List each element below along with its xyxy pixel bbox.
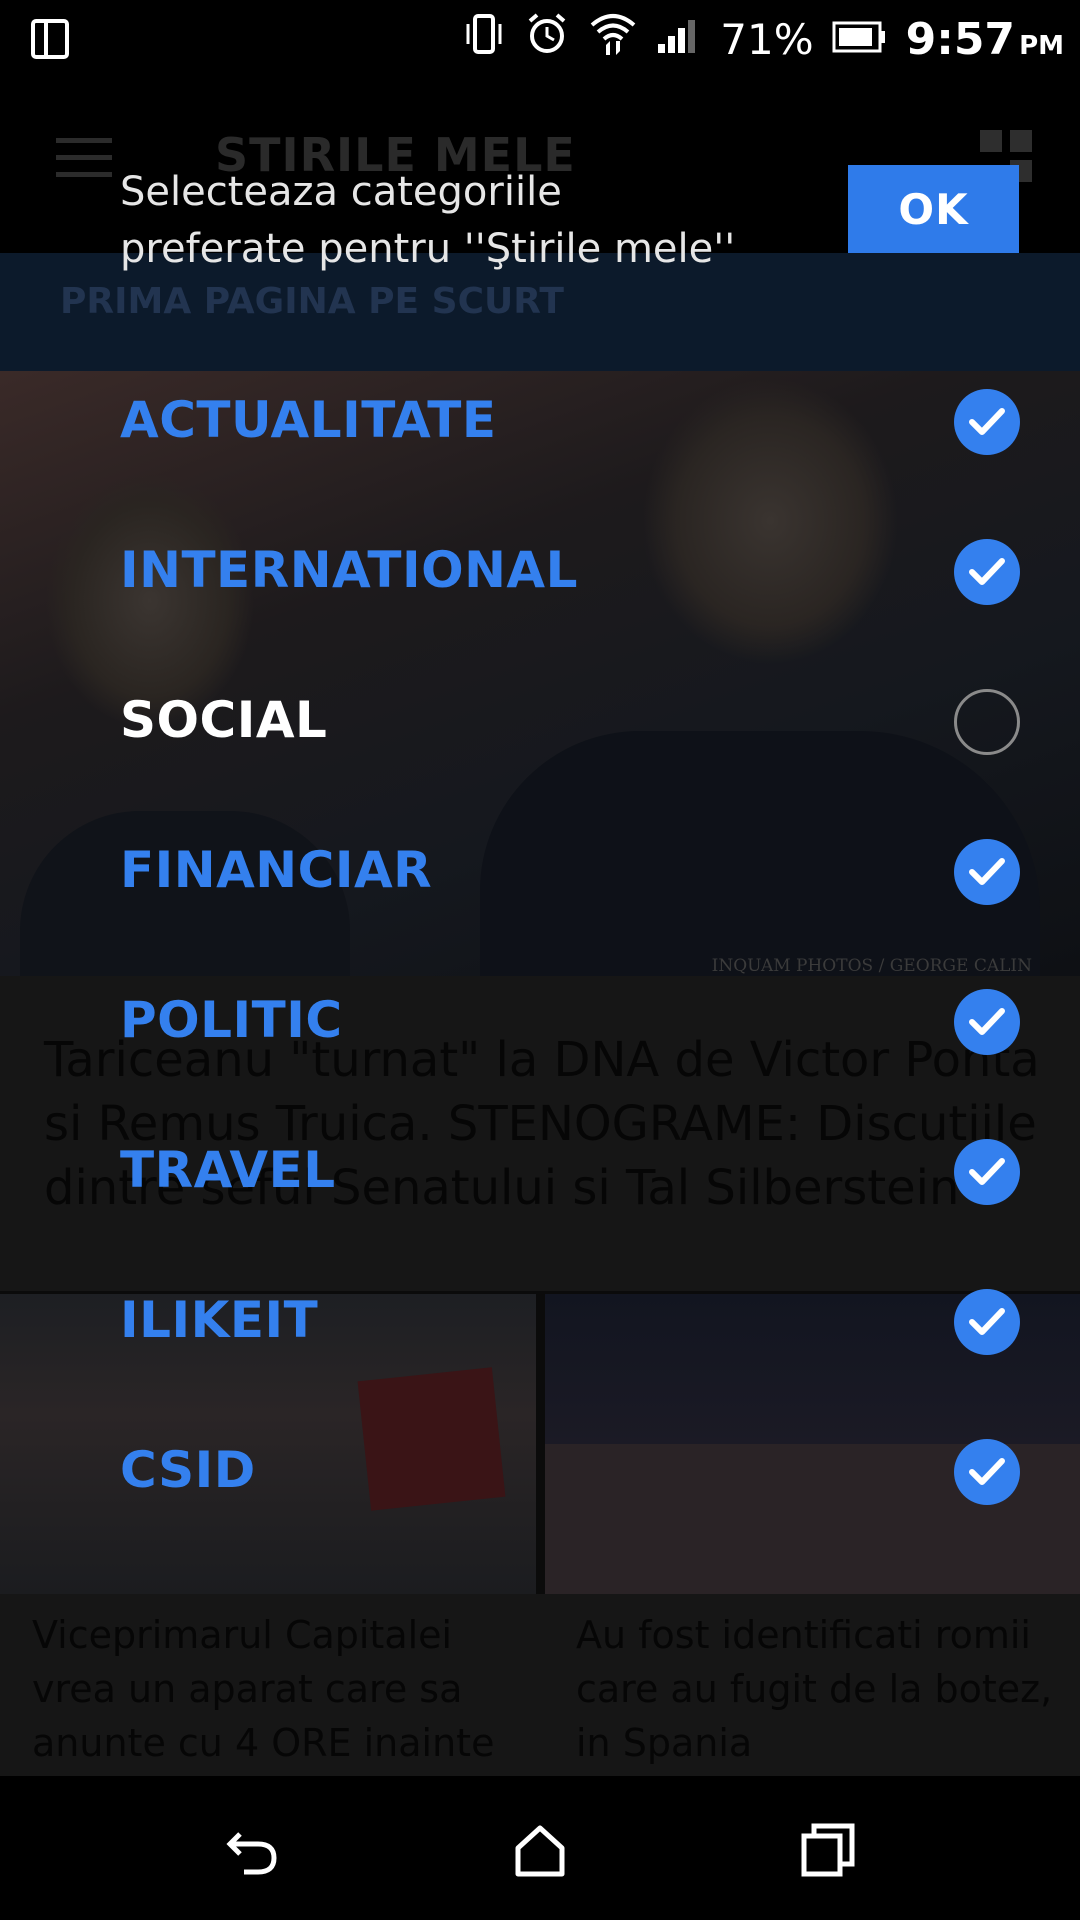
category-row-travel[interactable]: TRAVEL — [0, 1115, 1080, 1225]
back-icon[interactable] — [222, 1820, 282, 1880]
checked-circle-icon[interactable] — [954, 539, 1020, 605]
clock-time: 9:57 — [905, 13, 1016, 65]
category-label: SOCIAL — [120, 691, 328, 749]
signal-icon — [656, 14, 702, 64]
category-row-csid[interactable]: CSID — [0, 1415, 1080, 1525]
checked-circle-icon[interactable] — [954, 989, 1020, 1055]
alarm-icon — [524, 11, 570, 67]
checked-circle-icon[interactable] — [954, 1439, 1020, 1505]
category-label: POLITIC — [120, 991, 343, 1049]
checked-circle-icon[interactable] — [954, 389, 1020, 455]
category-label: INTERNATIONAL — [120, 541, 578, 599]
tablet-mode-icon — [30, 18, 72, 64]
category-label: FINANCIAR — [120, 841, 433, 899]
category-label: TRAVEL — [120, 1141, 336, 1199]
category-row-politic[interactable]: POLITIC — [0, 965, 1080, 1075]
category-row-international[interactable]: INTERNATIONAL — [0, 515, 1080, 625]
checked-circle-icon[interactable] — [954, 1289, 1020, 1355]
screen: 71% 9:57 PM STIRILE MELE PRIMA PAGINA PE … — [0, 0, 1080, 1920]
battery-percent: 71% — [720, 14, 814, 64]
category-dialog: Selecteaza categoriile preferate pentru … — [0, 78, 1080, 1776]
vibrate-icon — [462, 12, 506, 66]
clock-ampm: PM — [1019, 30, 1064, 61]
battery-icon — [832, 15, 888, 64]
category-row-financiar[interactable]: FINANCIAR — [0, 815, 1080, 925]
category-label: ACTUALITATE — [120, 391, 497, 449]
category-row-ilikeit[interactable]: ILIKEIT — [0, 1265, 1080, 1375]
ok-button[interactable]: OK — [848, 165, 1019, 253]
category-row-actualitate[interactable]: ACTUALITATE — [0, 365, 1080, 475]
category-label: ILIKEIT — [120, 1291, 319, 1349]
status-bar: 71% 9:57 PM — [0, 0, 1080, 78]
recents-icon[interactable] — [798, 1820, 858, 1880]
category-row-social[interactable]: SOCIAL — [0, 665, 1080, 775]
checked-circle-icon[interactable] — [954, 839, 1020, 905]
wifi-icon — [588, 11, 638, 67]
unchecked-circle-icon[interactable] — [954, 689, 1020, 755]
checked-circle-icon[interactable] — [954, 1139, 1020, 1205]
home-icon[interactable] — [510, 1820, 570, 1880]
navigation-bar — [0, 1776, 1080, 1920]
category-label: CSID — [120, 1441, 256, 1499]
dialog-title: Selecteaza categoriile preferate pentru … — [120, 169, 736, 272]
